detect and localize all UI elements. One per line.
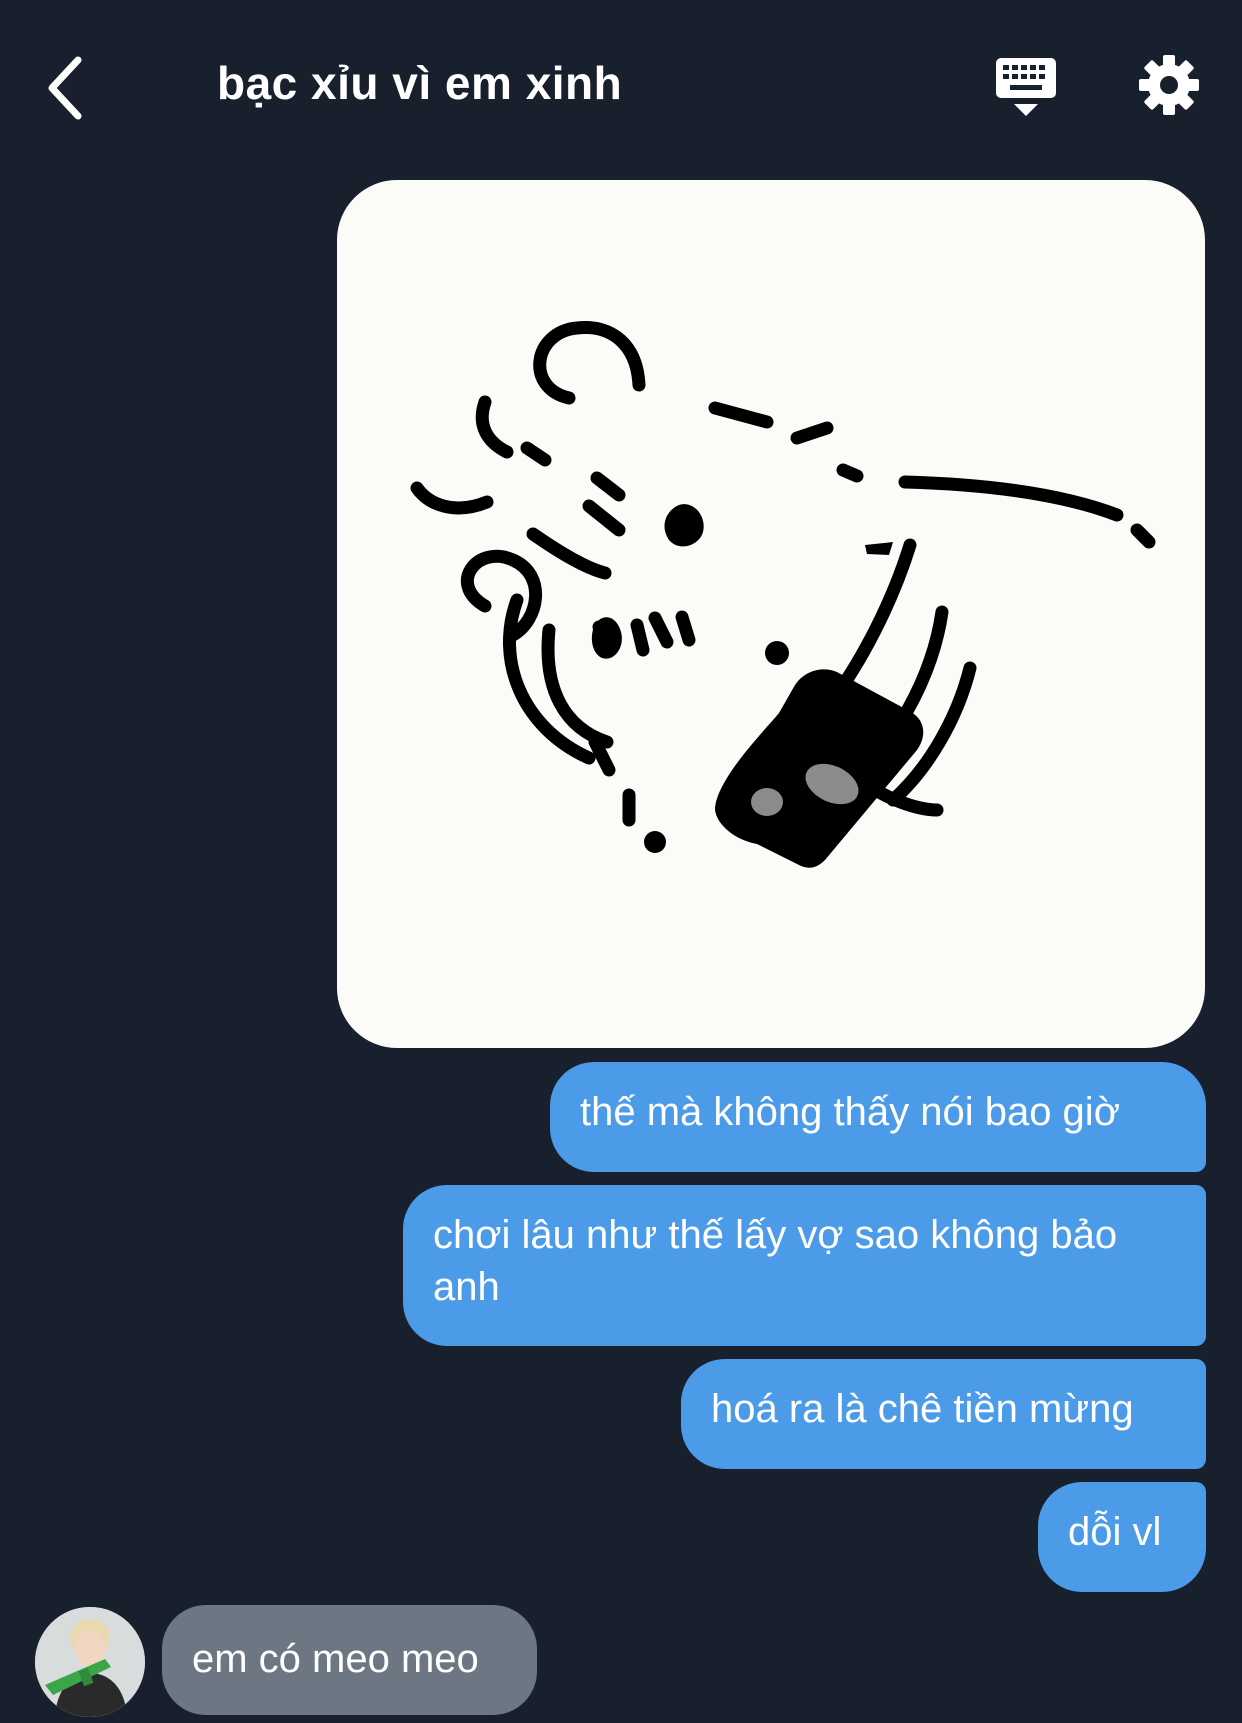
chat-header: bạc xỉu vì em xinh bbox=[0, 0, 1242, 170]
chevron-left-icon bbox=[48, 56, 82, 120]
contact-avatar-photo bbox=[35, 1607, 145, 1717]
settings-button[interactable] bbox=[1138, 54, 1200, 116]
sent-message-bubble[interactable]: dỗi vl bbox=[1038, 1482, 1206, 1592]
keyboard-button[interactable] bbox=[994, 56, 1058, 120]
received-message-bubble[interactable]: em có meo meo bbox=[162, 1605, 537, 1715]
sent-message-bubble[interactable]: chơi lâu như thế lấy vợ sao không bảo an… bbox=[403, 1185, 1206, 1346]
mouse-sticker-drawing bbox=[410, 321, 1156, 868]
mouse-sticker[interactable] bbox=[337, 180, 1205, 1048]
back-button[interactable] bbox=[40, 52, 100, 124]
sent-message-bubble[interactable]: hoá ra là chê tiền mừng bbox=[681, 1359, 1206, 1469]
sent-message-bubble[interactable]: thế mà không thấy nói bao giờ bbox=[550, 1062, 1206, 1172]
conversation-title[interactable]: bạc xỉu vì em xinh bbox=[217, 56, 622, 110]
keyboard-icon bbox=[996, 58, 1056, 116]
contact-avatar[interactable] bbox=[35, 1607, 145, 1717]
gear-icon bbox=[1139, 55, 1199, 115]
